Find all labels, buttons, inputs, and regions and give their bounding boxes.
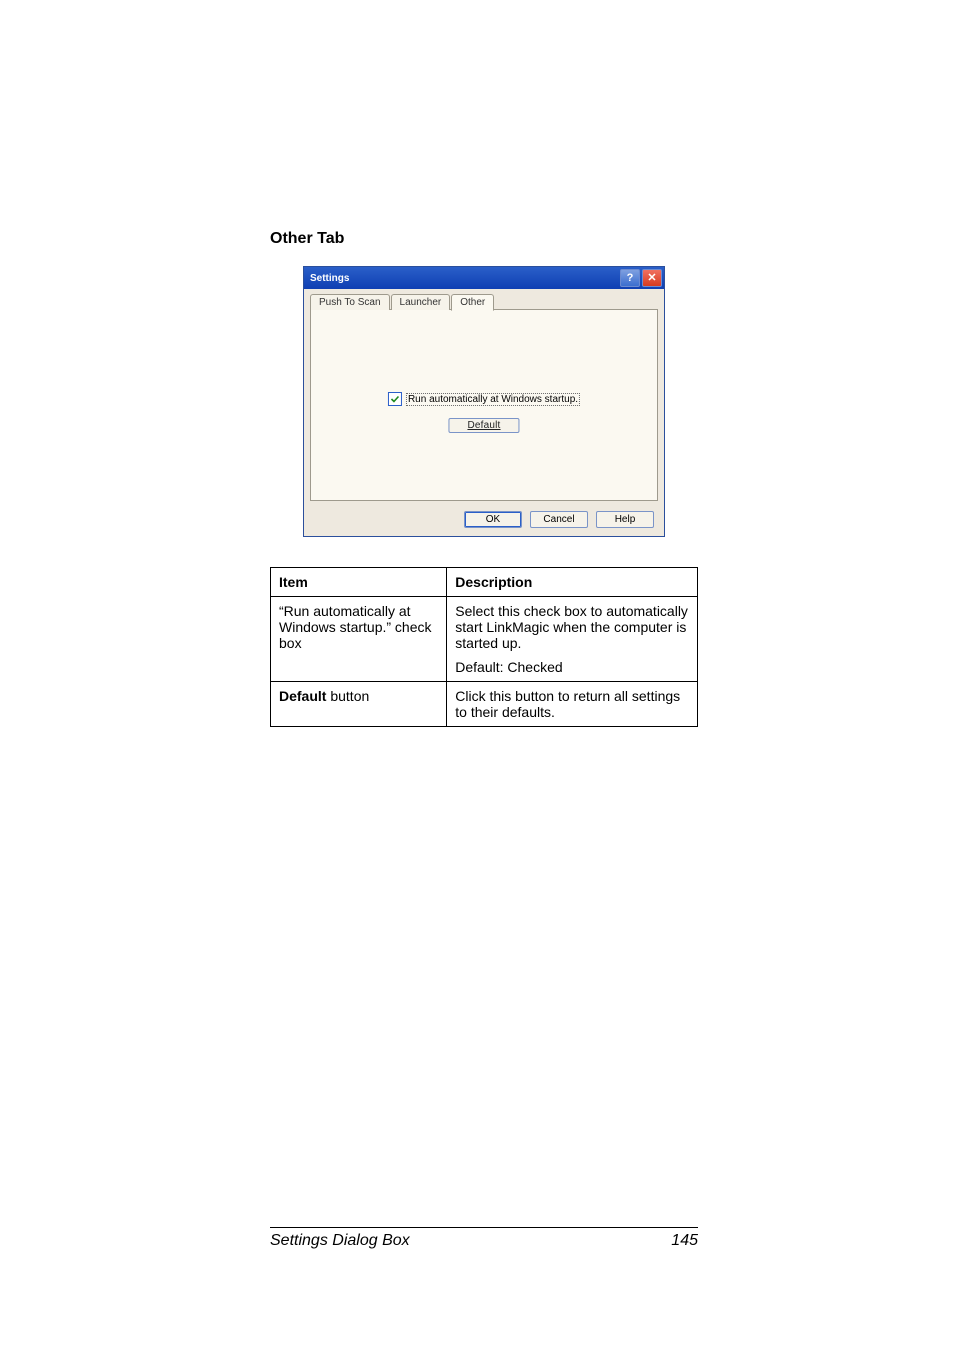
page-number: 145	[671, 1232, 698, 1250]
tab-push-to-scan[interactable]: Push To Scan	[310, 294, 390, 310]
cell-item: Default button	[271, 682, 447, 727]
default-label-strong: Default	[279, 688, 326, 704]
col-header-description: Description	[447, 568, 698, 597]
section-heading: Other Tab	[270, 230, 698, 248]
settings-description-table: Item Description “Run automatically at W…	[270, 567, 698, 727]
desc-line: Default: Checked	[455, 659, 689, 675]
default-button[interactable]: Default	[448, 418, 519, 433]
settings-dialog: Settings ? ✕ Push To Scan Launcher Other	[303, 266, 665, 537]
cancel-button[interactable]: Cancel	[530, 511, 588, 528]
cell-description: Select this check box to automatically s…	[447, 597, 698, 682]
desc-line: Select this check box to automatically s…	[455, 603, 689, 651]
table-row: “Run automatically at Windows startup.” …	[271, 597, 698, 682]
help-icon[interactable]: ?	[620, 269, 640, 287]
checkmark-icon	[390, 394, 400, 404]
cell-description: Click this button to return all settings…	[447, 682, 698, 727]
help-button[interactable]: Help	[596, 511, 654, 528]
tab-launcher[interactable]: Launcher	[391, 294, 451, 310]
run-at-startup-label: Run automatically at Windows startup.	[406, 393, 580, 406]
table-row: Default button Click this button to retu…	[271, 682, 698, 727]
tabs-bar: Push To Scan Launcher Other	[310, 293, 658, 310]
titlebar: Settings ? ✕	[304, 267, 664, 289]
run-at-startup-checkbox[interactable]	[388, 392, 402, 406]
page-footer: Settings Dialog Box 145	[270, 1227, 698, 1250]
default-label-tail: button	[326, 688, 369, 704]
dialog-title: Settings	[310, 273, 620, 284]
footer-title: Settings Dialog Box	[270, 1232, 410, 1250]
col-header-item: Item	[271, 568, 447, 597]
ok-button[interactable]: OK	[464, 511, 522, 528]
tab-other[interactable]: Other	[451, 294, 494, 311]
tab-panel-other: Run automatically at Windows startup. De…	[310, 309, 658, 501]
cell-item: “Run automatically at Windows startup.” …	[271, 597, 447, 682]
close-icon[interactable]: ✕	[642, 269, 662, 287]
